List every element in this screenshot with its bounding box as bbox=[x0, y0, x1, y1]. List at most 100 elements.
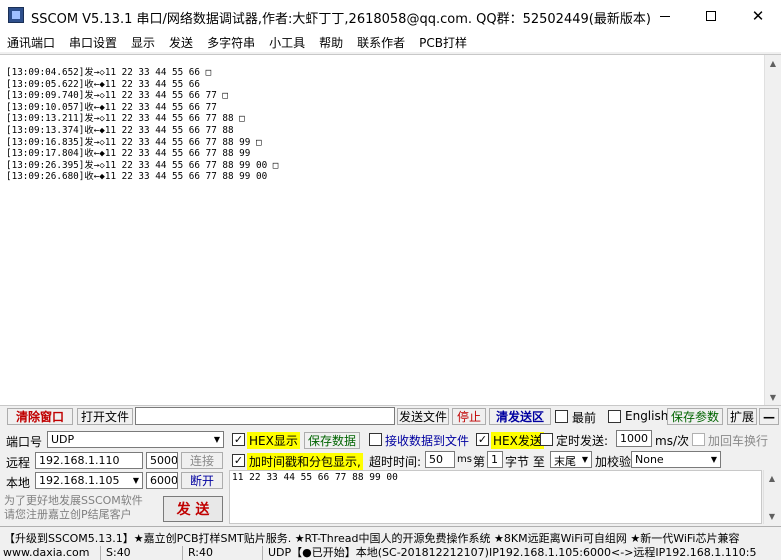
timeout-input[interactable]: 50 bbox=[425, 451, 455, 468]
expand-button[interactable]: 扩展 bbox=[727, 408, 757, 425]
minimize-button[interactable] bbox=[642, 0, 688, 32]
status-connection-info: UDP【●已开始】本地(SC-201812212107)IP192.168.1.… bbox=[268, 546, 757, 559]
status-website[interactable]: www.daxia.com bbox=[0, 546, 101, 560]
minimize-icon bbox=[660, 15, 670, 17]
add-crlf-label: 加回车换行 bbox=[708, 434, 769, 448]
hex-display-label: HEX显示 bbox=[247, 432, 300, 449]
hex-display-checkbox[interactable]: ✓ bbox=[232, 433, 245, 446]
byte-index-input[interactable]: 1 bbox=[487, 451, 503, 468]
receive-scrollbar[interactable]: ▲ ▼ bbox=[764, 55, 781, 405]
chevron-down-icon: ▼ bbox=[132, 476, 139, 485]
port-label: 端口号 bbox=[6, 435, 43, 449]
local-ip-select[interactable]: 192.168.1.105 ▼ bbox=[35, 472, 143, 489]
menu-item-pcb[interactable]: PCB打样 bbox=[412, 32, 474, 52]
scroll-up-icon[interactable]: ▲ bbox=[765, 55, 781, 71]
english-checkbox[interactable] bbox=[608, 410, 621, 423]
maximize-icon bbox=[706, 11, 716, 21]
disconnect-button[interactable]: 断开 bbox=[181, 472, 223, 489]
english-label: English bbox=[625, 409, 669, 423]
recv-to-file-label: 接收数据到文件 bbox=[385, 434, 470, 448]
timed-send-checkbox[interactable] bbox=[540, 433, 553, 446]
open-file-button[interactable]: 打开文件 bbox=[77, 408, 133, 425]
menu-item-multi-string[interactable]: 多字符串 bbox=[200, 32, 262, 52]
chevron-down-icon: ▼ bbox=[710, 455, 717, 464]
log-line: [13:09:04.652]发→◇11 22 33 44 55 66 □ bbox=[6, 67, 212, 78]
send-scrollbar[interactable]: ▲ ▼ bbox=[763, 470, 780, 524]
remote-port-input[interactable]: 5000 bbox=[146, 452, 178, 469]
promo-bar[interactable]: 【升级到SSCOM5.13.1】★嘉立创PCB打样SMT贴片服务. ★RT-Th… bbox=[0, 526, 781, 546]
log-line: [13:09:16.835]发→◇11 22 33 44 55 66 77 88… bbox=[6, 136, 262, 148]
receive-area[interactable]: [13:09:04.652]发→◇11 22 33 44 55 66 □ [13:… bbox=[0, 54, 781, 406]
menu-item-serial-settings[interactable]: 串口设置 bbox=[62, 32, 124, 52]
add-crlf-checkbox[interactable] bbox=[692, 433, 705, 446]
close-button[interactable]: ✕ bbox=[735, 0, 781, 32]
local-port-input[interactable]: 6000 bbox=[146, 472, 178, 489]
send-button[interactable]: 发 送 bbox=[163, 496, 223, 522]
scroll-down-icon[interactable]: ▼ bbox=[765, 389, 781, 405]
log-line: [13:09:05.622]收←◆11 22 33 44 55 66 bbox=[6, 78, 201, 90]
register-promo-line2: 请您注册嘉立创P结尾客户 bbox=[4, 508, 132, 521]
top-most-label: 最前 bbox=[572, 411, 597, 425]
scroll-down-icon[interactable]: ▼ bbox=[764, 508, 780, 524]
timed-send-label: 定时发送: bbox=[556, 434, 609, 448]
end-select[interactable]: 末尾 ▼ bbox=[550, 451, 592, 468]
recv-to-file-checkbox[interactable] bbox=[369, 433, 382, 446]
save-data-button[interactable]: 保存数据 bbox=[304, 432, 360, 449]
log-line: [13:09:09.740]发→◇11 22 33 44 55 66 77 □ bbox=[6, 90, 228, 102]
chevron-down-icon: ▼ bbox=[581, 455, 588, 464]
menu-item-contact-author[interactable]: 联系作者 bbox=[350, 32, 412, 52]
log-line: [13:09:13.374]收←◆11 22 33 44 55 66 77 88 bbox=[6, 124, 234, 136]
interval-input[interactable]: 1000 bbox=[616, 430, 652, 447]
stop-button[interactable]: 停止 bbox=[452, 408, 486, 425]
timeout-label: 超时时间: bbox=[369, 455, 422, 469]
connect-button[interactable]: 连接 bbox=[181, 452, 223, 469]
app-icon bbox=[8, 7, 24, 23]
clear-window-button[interactable]: 清除窗口 bbox=[7, 408, 73, 425]
log-line: [13:09:13.211]发→◇11 22 33 44 55 66 77 88… bbox=[6, 113, 245, 125]
interval-unit-label: ms/次 bbox=[655, 434, 689, 448]
menu-item-comm-port[interactable]: 通讯端口 bbox=[0, 32, 62, 52]
end-select-value: 末尾 bbox=[554, 455, 576, 468]
window-title: SSCOM V5.13.1 串口/网络数据调试器,作者:大虾丁丁,2618058… bbox=[31, 12, 651, 27]
port-select[interactable]: UDP ▼ bbox=[47, 431, 224, 448]
hex-send-checkbox[interactable]: ✓ bbox=[476, 433, 489, 446]
register-promo[interactable]: 为了更好地发展SSCOM软件 请您注册嘉立创P结尾客户 bbox=[4, 494, 143, 522]
menu-item-tools[interactable]: 小工具 bbox=[262, 32, 312, 52]
checksum-label: 加校验 bbox=[595, 455, 632, 469]
log-line: [13:09:26.395]发→◇11 22 33 44 55 66 77 88… bbox=[6, 159, 279, 171]
page-label: 第 bbox=[473, 455, 486, 469]
menu-item-help[interactable]: 帮助 bbox=[312, 32, 350, 52]
checksum-select[interactable]: None ▼ bbox=[631, 451, 721, 468]
log-line: [13:09:26.680]收←◆11 22 33 44 55 66 77 88… bbox=[6, 171, 268, 183]
remote-ip-input[interactable]: 192.168.1.110 bbox=[35, 452, 143, 469]
status-bar: www.daxia.com S:40 R:40 UDP【●已开始】本地(SC-2… bbox=[0, 546, 781, 560]
local-ip-value: 192.168.1.105 bbox=[39, 474, 120, 487]
collapse-button[interactable]: — bbox=[759, 408, 779, 425]
clear-send-button[interactable]: 清发送区 bbox=[489, 408, 551, 425]
send-text: 11 22 33 44 55 66 77 88 99 00 bbox=[232, 472, 398, 483]
title-bar: SSCOM V5.13.1 串口/网络数据调试器,作者:大虾丁丁,2618058… bbox=[0, 0, 781, 32]
timeout-unit-label: ms bbox=[457, 454, 472, 465]
log-line: [13:09:17.804]收←◆11 22 33 44 55 66 77 88… bbox=[6, 148, 251, 160]
checksum-select-value: None bbox=[635, 453, 664, 466]
maximize-button[interactable] bbox=[688, 0, 734, 32]
timestamp-checkbox[interactable]: ✓ bbox=[232, 454, 245, 467]
port-select-value: UDP bbox=[51, 433, 75, 446]
menu-item-send[interactable]: 发送 bbox=[162, 32, 200, 52]
send-file-button[interactable]: 发送文件 bbox=[397, 408, 449, 425]
save-params-button[interactable]: 保存参数 bbox=[667, 408, 723, 425]
receive-log: [13:09:04.652]发→◇11 22 33 44 55 66 □ [13:… bbox=[6, 67, 278, 183]
menu-item-display[interactable]: 显示 bbox=[124, 32, 162, 52]
status-sent-count: S:40 bbox=[103, 546, 183, 560]
hex-send-label: HEX发送 bbox=[491, 432, 544, 449]
register-promo-line1: 为了更好地发展SSCOM软件 bbox=[4, 494, 143, 507]
scroll-up-icon[interactable]: ▲ bbox=[764, 470, 780, 486]
menu-bar: 通讯端口 串口设置 显示 发送 多字符串 小工具 帮助 联系作者 PCB打样 bbox=[0, 32, 781, 52]
file-path-input[interactable] bbox=[135, 407, 395, 425]
chevron-down-icon: ▼ bbox=[213, 435, 220, 444]
log-line: [13:09:10.057]收←◆11 22 33 44 55 66 77 bbox=[6, 101, 217, 113]
local-label: 本地 bbox=[6, 476, 31, 490]
timestamp-label: 加时间戳和分包显示, bbox=[247, 453, 363, 470]
send-textarea[interactable]: 11 22 33 44 55 66 77 88 99 00 bbox=[229, 470, 762, 524]
top-most-checkbox[interactable] bbox=[555, 410, 568, 423]
